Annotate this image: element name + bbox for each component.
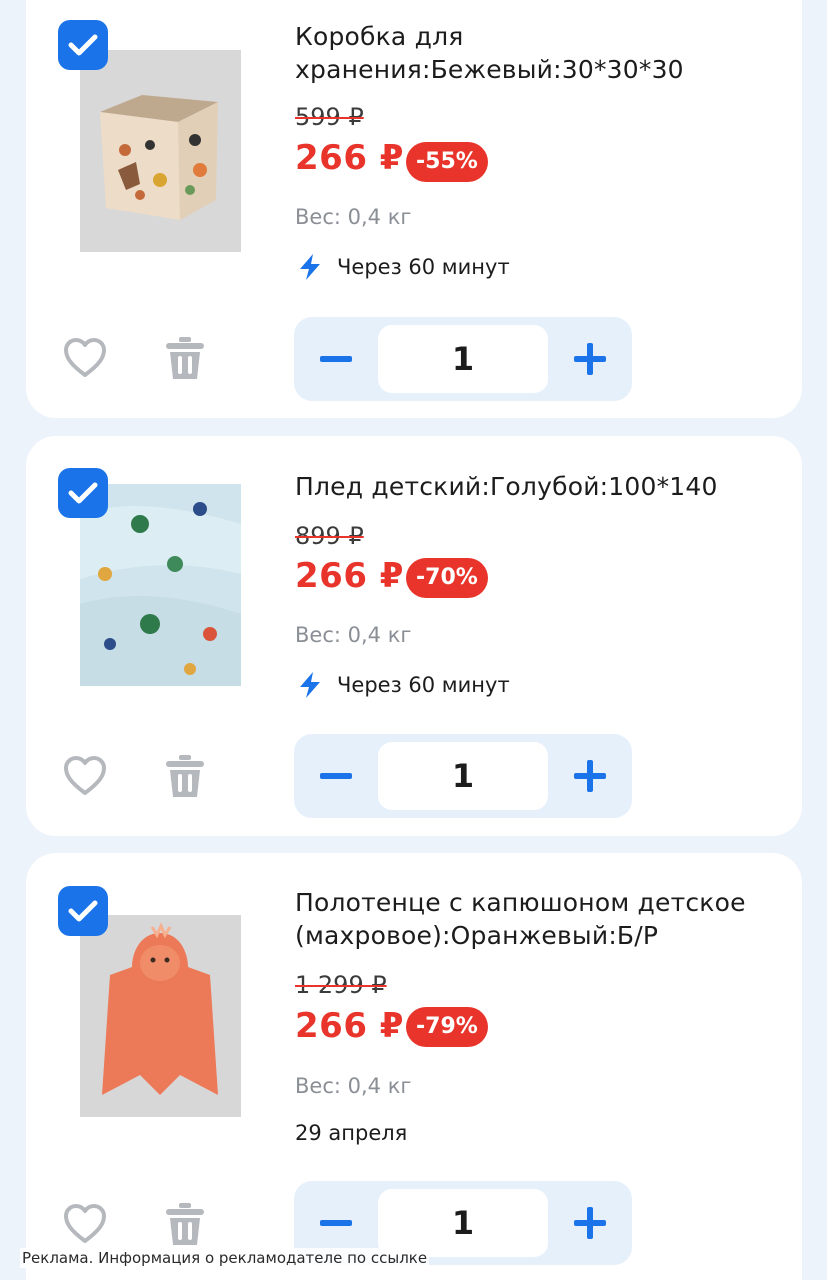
trash-icon: [166, 1203, 204, 1245]
old-price: 899 ₽: [295, 522, 364, 550]
delete-button[interactable]: [162, 753, 208, 799]
product-title[interactable]: Коробка для хранения:Бежевый:30*30*30: [295, 20, 775, 86]
quantity-value[interactable]: 1: [378, 1189, 548, 1257]
heart-icon: [64, 756, 106, 795]
checkmark-icon: [68, 900, 98, 922]
old-price: 599 ₽: [295, 103, 364, 131]
delivery-text: Через 60 минут: [337, 673, 510, 697]
favorite-button[interactable]: [62, 1201, 108, 1247]
checkmark-icon: [68, 34, 98, 56]
old-price: 1 299 ₽: [295, 971, 387, 999]
discount-badge: -70%: [406, 558, 488, 598]
delete-button[interactable]: [162, 335, 208, 381]
decrease-button[interactable]: [294, 317, 378, 401]
delivery-info: Через 60 минут: [295, 670, 510, 700]
increase-button[interactable]: [548, 1181, 632, 1265]
lightning-icon: [300, 254, 320, 280]
trash-icon: [166, 337, 204, 379]
cart-item-card: Плед детский:Голубой:100*140 899 ₽ 266 ₽…: [26, 436, 802, 836]
cart-item-card: Коробка для хранения:Бежевый:30*30*30 59…: [26, 0, 802, 418]
heart-icon: [64, 338, 106, 377]
quantity-value[interactable]: 1: [378, 325, 548, 393]
quantity-stepper: 1: [294, 317, 632, 401]
item-select-checkbox[interactable]: [58, 886, 108, 936]
decrease-button[interactable]: [294, 734, 378, 818]
current-price: 266 ₽: [295, 1006, 404, 1046]
discount-badge: -79%: [406, 1007, 488, 1047]
product-title[interactable]: Полотенце с капюшоном детское (махровое)…: [295, 886, 775, 952]
item-select-checkbox[interactable]: [58, 468, 108, 518]
quantity-stepper: 1: [294, 734, 632, 818]
plus-icon: [574, 1207, 606, 1239]
product-image-storage-box[interactable]: [80, 50, 241, 252]
plus-icon: [574, 343, 606, 375]
item-select-checkbox[interactable]: [58, 20, 108, 70]
advertiser-info-link[interactable]: Реклама. Информация о рекламодателе по с…: [20, 1248, 430, 1268]
minus-icon: [320, 356, 352, 362]
plus-icon: [574, 760, 606, 792]
minus-icon: [320, 1220, 352, 1226]
delete-button[interactable]: [162, 1201, 208, 1247]
delivery-date: 29 апреля: [295, 1121, 408, 1145]
checkmark-icon: [68, 482, 98, 504]
current-price: 266 ₽: [295, 556, 404, 596]
quantity-value[interactable]: 1: [378, 742, 548, 810]
product-weight: Вес: 0,4 кг: [295, 623, 412, 647]
delivery-text: Через 60 минут: [337, 255, 510, 279]
minus-icon: [320, 773, 352, 779]
product-title[interactable]: Плед детский:Голубой:100*140: [295, 470, 775, 503]
product-weight: Вес: 0,4 кг: [295, 205, 412, 229]
product-image-hooded-towel[interactable]: [80, 915, 241, 1117]
product-weight: Вес: 0,4 кг: [295, 1074, 412, 1098]
delivery-info: Через 60 минут: [295, 252, 510, 282]
favorite-button[interactable]: [62, 335, 108, 381]
cart-item-card: Полотенце с капюшоном детское (махровое)…: [26, 853, 802, 1280]
increase-button[interactable]: [548, 734, 632, 818]
heart-icon: [64, 1204, 106, 1243]
current-price: 266 ₽: [295, 138, 404, 178]
increase-button[interactable]: [548, 317, 632, 401]
discount-badge: -55%: [406, 142, 488, 182]
favorite-button[interactable]: [62, 753, 108, 799]
lightning-icon: [300, 672, 320, 698]
trash-icon: [166, 755, 204, 797]
